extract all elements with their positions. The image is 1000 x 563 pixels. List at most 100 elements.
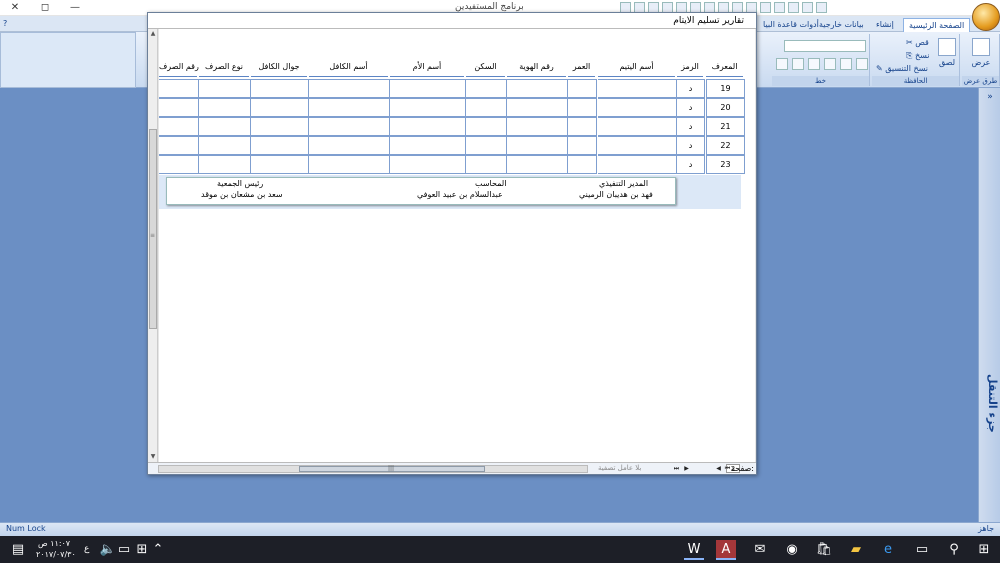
cell-sponsor-name [309, 155, 390, 174]
table-icon[interactable] [760, 2, 771, 13]
font-color-icon[interactable] [808, 58, 820, 70]
network-icon[interactable]: ▭ [114, 540, 134, 560]
cell-residence [466, 79, 507, 98]
cell-payment-number [159, 155, 199, 174]
italic-icon[interactable] [840, 58, 852, 70]
search-icon[interactable]: ⚲ [944, 540, 964, 560]
status-ready: جاهز [978, 524, 995, 533]
horizontal-scrollbar[interactable]: ||| [158, 465, 588, 473]
cell-payment-type [199, 98, 251, 117]
minimize-icon[interactable]: — [64, 1, 86, 15]
input-language[interactable]: ع [84, 544, 89, 554]
cell-age [568, 117, 597, 136]
views-group-title: طرق عرض [962, 76, 999, 86]
col-header-id-number: رقم الهوية [507, 59, 566, 77]
last-page-icon[interactable]: ⏭ [672, 464, 681, 473]
vertical-scroll-thumb[interactable] [149, 129, 157, 329]
tab-create[interactable]: إنشاء [871, 18, 899, 32]
filter-status[interactable]: بلا عامل تصفية [598, 463, 641, 474]
signature-box: المدير التنفيذي فهد بن هديبان الرميني ال… [166, 177, 676, 205]
cell-sponsor-phone [251, 117, 309, 136]
windows-start-icon[interactable]: ⊞ [974, 540, 994, 560]
col-header-sponsor-name: أسم الكافل [309, 59, 388, 77]
ribbon-group-font: خط [772, 34, 870, 86]
signature-name-accountant: عبدالسلام بن عبيد العوفي [417, 190, 503, 199]
cell-id: 23 [706, 155, 745, 174]
notifications-icon[interactable]: ▤ [8, 540, 28, 560]
cell-code: د [677, 117, 705, 136]
edge-icon[interactable]: e [878, 540, 898, 560]
fill-color-icon[interactable] [792, 58, 804, 70]
col-header-payment-number: رقم الصرف [159, 59, 199, 77]
chrome-icon[interactable]: ◉ [782, 540, 802, 560]
file-explorer-icon[interactable]: ▰ [846, 540, 866, 560]
cell-payment-number [159, 117, 199, 136]
cell-sponsor-phone [251, 136, 309, 155]
cell-sponsor-name [309, 136, 390, 155]
underline-icon[interactable] [824, 58, 836, 70]
cell-id-number [507, 136, 568, 155]
mail-icon[interactable]: ✉ [750, 540, 770, 560]
signature-title-accountant: المحاسب [475, 179, 507, 188]
cell-code: د [677, 136, 705, 155]
cell-id-number [507, 98, 568, 117]
cell-orphan-name [598, 98, 677, 117]
taskbar-time[interactable]: ١١:٠٧ ص [38, 539, 70, 548]
nav-pane-label[interactable]: جزء التنقل [981, 373, 999, 433]
cell-code: د [677, 79, 705, 98]
print-icon[interactable] [774, 2, 785, 13]
format-painter-button[interactable]: ✎ نسخ التنسيق [876, 64, 928, 73]
scroll-up-icon[interactable]: ▲ [149, 30, 157, 38]
cell-mother-name [390, 136, 466, 155]
horizontal-scroll-thumb[interactable]: ||| [299, 465, 485, 472]
view-icon [972, 38, 990, 56]
store-icon[interactable]: 🛍 [814, 540, 834, 560]
cut-button[interactable]: ✂ قص [906, 38, 929, 47]
copy-button[interactable]: ⎘ نسخ [906, 51, 929, 61]
col-header-payment-type: نوع الصرف [199, 59, 249, 77]
cell-sponsor-phone [251, 98, 309, 117]
bold-icon[interactable] [856, 58, 868, 70]
cell-orphan-name [598, 136, 677, 155]
cell-id: 21 [706, 117, 745, 136]
cell-payment-number [159, 79, 199, 98]
undo-icon[interactable] [802, 2, 813, 13]
cell-age [568, 79, 597, 98]
table-row: 20 د [159, 98, 749, 117]
vertical-scrollbar[interactable]: ▲ ≡ ▼ [148, 29, 158, 462]
word-taskbar-icon[interactable]: W [684, 540, 704, 560]
next-page-icon[interactable]: ▶ [682, 464, 691, 473]
restore-icon[interactable]: ◻ [34, 1, 56, 15]
align-icon[interactable] [776, 58, 788, 70]
redo-icon[interactable] [788, 2, 799, 13]
scroll-down-icon[interactable]: ▼ [149, 453, 157, 461]
page-label: صفحة: [731, 464, 754, 473]
office-button[interactable] [972, 3, 1000, 31]
close-icon[interactable]: ✕ [4, 1, 26, 15]
col-header-mother-name: أسم الأم [390, 59, 464, 77]
app-title: برنامج المستفيدين [455, 2, 524, 12]
report-window-title: تقارير تسليم الايتام [673, 16, 744, 26]
table-row: 22 د [159, 136, 749, 155]
cell-mother-name [390, 117, 466, 136]
show-hidden-icons-icon[interactable]: ⌃ [148, 540, 168, 560]
paste-button[interactable]: لصق [934, 36, 960, 70]
taskbar-date[interactable]: ٢٠١٧/٠٧/٣٠ [36, 550, 76, 559]
save-icon[interactable] [816, 2, 827, 13]
signature-title-director: المدير التنفيذي [599, 179, 649, 188]
table-row: 21 د [159, 117, 749, 136]
cell-residence [466, 98, 507, 117]
prev-page-icon[interactable]: ◀ [714, 464, 723, 473]
tab-home[interactable]: الصفحة الرئيسية [903, 18, 971, 32]
cell-mother-name [390, 79, 466, 98]
view-button[interactable]: عرض [968, 36, 994, 70]
font-name-box[interactable] [784, 40, 866, 52]
cell-payment-type [199, 117, 251, 136]
cell-id: 19 [706, 79, 745, 98]
help-icon[interactable]: ? [3, 19, 7, 28]
task-view-icon[interactable]: ▭ [912, 540, 932, 560]
cell-sponsor-phone [251, 155, 309, 174]
tab-database-tools[interactable]: أدوات قاعدة البيا [758, 18, 824, 32]
access-taskbar-icon[interactable]: A [716, 540, 736, 560]
nav-pane-expand-icon[interactable]: » [983, 92, 997, 104]
